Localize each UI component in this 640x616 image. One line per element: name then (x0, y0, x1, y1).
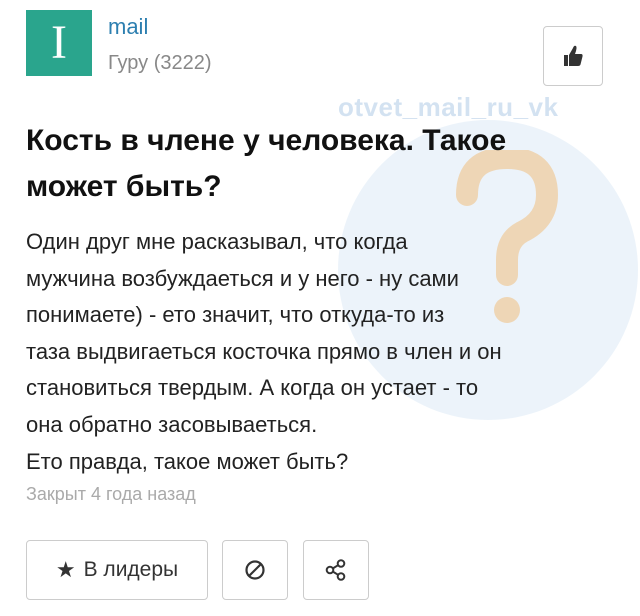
question-title: Кость в члене у человека. Такое может бы… (26, 124, 507, 203)
share-icon (325, 559, 346, 581)
star-icon: ★ (55, 557, 76, 582)
question-body-line: понимаете) - ето значит, что откуда-то и… (26, 302, 445, 328)
question-body-line: становиться твердым. А когда он устает -… (26, 375, 479, 401)
to-leaders-button[interactable]: ★ В лидеры (26, 540, 208, 600)
avatar-letter: I (51, 16, 67, 69)
question-body-line: таза выдвигаеться косточка прямо в член … (26, 338, 502, 364)
to-leaders-label: В лидеры (83, 558, 179, 581)
share-button[interactable] (303, 540, 369, 600)
question-body-line: Ето правда, такое может быть? (26, 448, 349, 474)
thumbs-up-icon (564, 45, 583, 66)
like-button[interactable] (543, 26, 603, 86)
question-body: Один друг мне расказывал, что когда мужч… (26, 224, 626, 480)
closed-status: Закрыт 4 года назад (26, 484, 196, 504)
question-body-line: мужчина возбуждаеться и у него - ну сами (26, 265, 459, 291)
user-rank: Гуру (3222) (108, 52, 212, 74)
block-button[interactable] (222, 540, 288, 600)
username-link[interactable]: mail (108, 14, 148, 40)
block-icon (245, 560, 265, 580)
avatar[interactable]: I (26, 10, 92, 76)
question-body-line: Один друг мне расказывал, что когда (26, 229, 408, 254)
question-body-line: она обратно засовываеться. (26, 411, 318, 437)
